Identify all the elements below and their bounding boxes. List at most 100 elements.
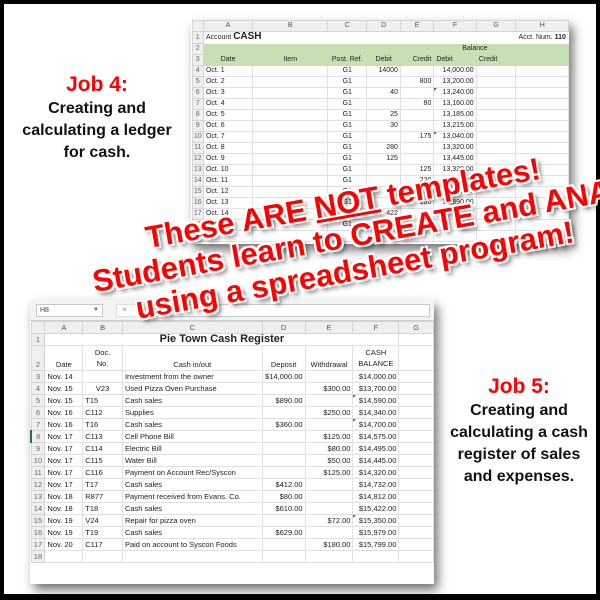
cell[interactable] xyxy=(327,43,368,55)
cell-balance-credit[interactable] xyxy=(475,76,517,88)
cell-cash-balance[interactable]: $14,732.00 xyxy=(352,478,400,491)
account-cell[interactable]: Account CASH xyxy=(202,31,329,44)
cell-item[interactable] xyxy=(252,120,329,132)
cell-credit[interactable] xyxy=(399,65,435,77)
cell-date[interactable]: Nov. 16 xyxy=(44,406,84,419)
cell[interactable] xyxy=(515,87,569,99)
balance-header[interactable]: Balance xyxy=(433,43,517,55)
cell-cash-balance[interactable]: $14,700.00 xyxy=(352,418,400,431)
header-deposit[interactable]: Deposit xyxy=(261,345,306,371)
cell-doc-no[interactable]: V24 xyxy=(82,514,123,527)
cell-cash-balance[interactable]: $14,445.00 xyxy=(352,454,400,467)
cell-date[interactable]: Nov. 17 xyxy=(44,466,84,479)
cell-credit[interactable] xyxy=(399,87,435,99)
header-withdrawal[interactable]: Withdrawal xyxy=(304,345,354,371)
cell-cash-balance[interactable]: $15,422.00 xyxy=(352,502,400,515)
cell-deposit[interactable]: $629.00 xyxy=(261,526,306,539)
cell[interactable] xyxy=(515,65,569,77)
cell[interactable] xyxy=(515,109,569,121)
cell-post-ref[interactable]: G1 xyxy=(327,142,368,154)
cell-date[interactable]: Nov. 19 xyxy=(44,526,84,539)
cell-date[interactable]: Oct. 4 xyxy=(202,98,254,110)
cell-balance-credit[interactable] xyxy=(475,142,517,154)
cell-date[interactable]: Nov. 15 xyxy=(44,394,84,407)
cell[interactable] xyxy=(398,442,434,455)
row-header[interactable]: 18 xyxy=(30,550,46,563)
cell-date[interactable]: Nov. 17 xyxy=(44,430,84,443)
cell-item[interactable] xyxy=(252,175,329,187)
cell-cash-balance[interactable]: $15,979.00 xyxy=(352,526,400,539)
column-header[interactable]: H xyxy=(515,20,569,32)
cell-credit[interactable]: 175 xyxy=(399,131,435,143)
cell-doc-no[interactable]: T19 xyxy=(82,526,123,539)
cell-cash-balance[interactable]: $14,575.00 xyxy=(352,430,400,443)
cell-cash-balance[interactable]: $14,340.00 xyxy=(352,406,400,419)
cell[interactable] xyxy=(398,538,434,551)
cell-deposit[interactable] xyxy=(261,406,306,419)
header-debit[interactable]: Debit xyxy=(366,54,401,66)
column-header[interactable]: F xyxy=(433,20,477,32)
cell-deposit[interactable] xyxy=(261,454,306,467)
cell-doc-no[interactable]: C114 xyxy=(82,442,123,455)
cell-cash-balance[interactable]: $14,495.00 xyxy=(352,442,400,455)
header-doc-no[interactable]: Doc. No. xyxy=(82,345,123,371)
cell-balance-credit[interactable] xyxy=(475,87,517,99)
row-header[interactable]: 15 xyxy=(30,514,46,527)
cell-date[interactable]: Nov. 16 xyxy=(44,418,84,431)
cell-description[interactable]: Used Pizza Oven Purchase xyxy=(121,382,263,395)
cell-deposit[interactable] xyxy=(261,382,306,395)
cell[interactable] xyxy=(398,550,434,563)
cell-balance-debit[interactable]: 13,040.00 xyxy=(433,131,477,143)
cell-date[interactable]: Nov. 15 xyxy=(44,382,84,395)
row-header[interactable]: 6 xyxy=(30,406,46,419)
row-header[interactable]: 11 xyxy=(191,142,204,154)
cell-withdrawal[interactable]: $180.00 xyxy=(304,538,354,551)
cell-description[interactable]: Payment on Account Rec/Syscon xyxy=(121,466,263,479)
row-header[interactable]: 12 xyxy=(30,478,46,491)
cell-post-ref[interactable]: G1 xyxy=(327,153,368,165)
cell[interactable] xyxy=(433,31,477,44)
header-balance-credit[interactable]: Credit xyxy=(475,54,517,66)
row-header[interactable]: 15 xyxy=(191,186,204,198)
cell-description[interactable]: Cash sales xyxy=(121,478,263,491)
cell-item[interactable] xyxy=(252,87,329,99)
cell-withdrawal[interactable] xyxy=(304,502,354,515)
cell-withdrawal[interactable]: $125.00 xyxy=(304,466,354,479)
cell-credit[interactable] xyxy=(399,120,435,132)
header-item[interactable]: Item xyxy=(252,54,329,66)
cell-withdrawal[interactable] xyxy=(304,490,354,503)
cell-post-ref[interactable]: G1 xyxy=(327,120,368,132)
cell-date[interactable]: Oct. 3 xyxy=(202,87,254,99)
cell-withdrawal[interactable]: $125.00 xyxy=(304,430,354,443)
cell-post-ref[interactable]: G1 xyxy=(327,98,368,110)
cell-balance-debit[interactable]: 13,240.00 xyxy=(433,87,477,99)
cell-debit[interactable]: 125 xyxy=(366,153,401,165)
header-credit[interactable]: Credit xyxy=(399,54,435,66)
cell[interactable] xyxy=(398,333,434,346)
row-header[interactable]: 12 xyxy=(191,153,204,165)
cell-item[interactable] xyxy=(252,76,329,88)
row-header[interactable]: 7 xyxy=(30,418,46,431)
cell-post-ref[interactable]: G1 xyxy=(327,109,368,121)
cell[interactable] xyxy=(399,31,435,44)
row-header[interactable]: 14 xyxy=(30,502,46,515)
cell-cash-balance[interactable]: $14,000.00 xyxy=(352,370,400,383)
cell[interactable] xyxy=(399,43,435,55)
cell-item[interactable] xyxy=(252,65,329,77)
row-header[interactable]: 7 xyxy=(191,98,204,110)
cell-date[interactable]: Oct. 9 xyxy=(202,153,254,165)
cell-description[interactable]: Electric Bill xyxy=(121,442,263,455)
cell[interactable] xyxy=(398,514,434,527)
cell-deposit[interactable]: $412.00 xyxy=(261,478,306,491)
cell[interactable] xyxy=(398,394,434,407)
cell-post-ref[interactable]: G1 xyxy=(327,76,368,88)
select-all-corner[interactable] xyxy=(30,321,46,334)
cell-debit[interactable]: 25 xyxy=(366,109,401,121)
cell-date[interactable]: Oct. 5 xyxy=(202,109,254,121)
cell-description[interactable]: Cell Phone Bill xyxy=(121,430,263,443)
cell-item[interactable] xyxy=(252,98,329,110)
row-header[interactable]: 16 xyxy=(30,526,46,539)
cell-deposit[interactable]: $360.00 xyxy=(261,418,306,431)
row-header[interactable]: 16 xyxy=(191,197,204,209)
cell[interactable] xyxy=(398,502,434,515)
